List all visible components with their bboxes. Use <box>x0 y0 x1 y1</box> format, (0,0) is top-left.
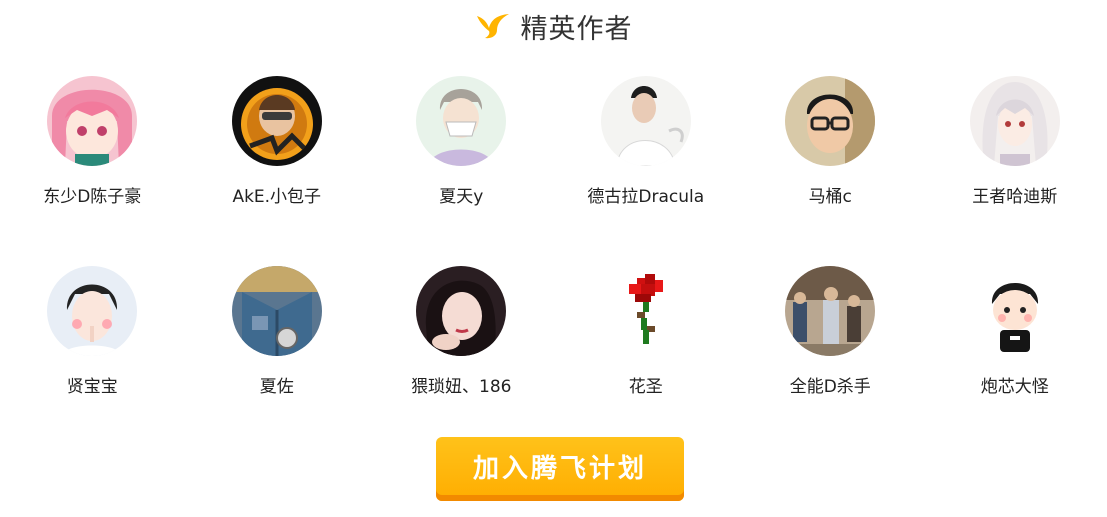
author-name[interactable]: 东少D陈子豪 <box>43 182 141 207</box>
author-card[interactable]: 夏天y <box>369 76 554 266</box>
author-avatar[interactable] <box>969 76 1060 166</box>
author-avatar[interactable] <box>416 76 507 166</box>
author-card[interactable]: 猥琐妞、186 <box>369 266 554 456</box>
author-avatar[interactable] <box>600 266 691 356</box>
section-title: 精英作者 <box>520 13 633 45</box>
author-avatar[interactable] <box>231 76 322 166</box>
author-card[interactable]: 东少D陈子豪 <box>0 76 185 266</box>
author-name[interactable]: 德古拉Dracula <box>587 182 704 207</box>
author-card[interactable]: 花圣 <box>554 266 739 456</box>
author-name[interactable]: AkE.小包子 <box>232 182 321 207</box>
author-avatar[interactable] <box>416 266 507 356</box>
join-plan-button[interactable]: 加入腾飞计划 <box>436 437 684 501</box>
author-card[interactable]: 贤宝宝 <box>0 266 185 456</box>
author-avatar[interactable] <box>47 76 138 166</box>
author-card[interactable]: 全能D杀手 <box>738 266 923 456</box>
bird-icon <box>476 14 509 39</box>
author-name[interactable]: 夏天y <box>439 182 483 207</box>
author-avatar[interactable] <box>969 266 1060 356</box>
author-card[interactable]: 马桶c <box>738 76 923 266</box>
author-name[interactable]: 夏佐 <box>260 372 294 397</box>
author-grid: 东少D陈子豪 AkE.小包子 夏天y 德古拉Dracula 马桶c 王者哈迪斯 … <box>0 76 1107 456</box>
author-name[interactable]: 炮芯大怪 <box>981 372 1049 397</box>
author-avatar[interactable] <box>785 76 876 166</box>
author-avatar[interactable] <box>600 76 691 166</box>
author-name[interactable]: 全能D杀手 <box>790 372 871 397</box>
author-name[interactable]: 猥琐妞、186 <box>411 372 511 397</box>
section-header: 精英作者 <box>0 6 1107 46</box>
author-name[interactable]: 贤宝宝 <box>67 372 118 397</box>
author-name[interactable]: 王者哈迪斯 <box>972 182 1057 207</box>
author-card[interactable]: 炮芯大怪 <box>923 266 1107 456</box>
author-name[interactable]: 马桶c <box>809 182 852 207</box>
author-avatar[interactable] <box>47 266 138 356</box>
author-card[interactable]: 德古拉Dracula <box>554 76 739 266</box>
author-avatar[interactable] <box>231 266 322 356</box>
author-card[interactable]: 王者哈迪斯 <box>923 76 1107 266</box>
author-avatar[interactable] <box>785 266 876 356</box>
author-name[interactable]: 花圣 <box>629 372 663 397</box>
author-card[interactable]: 夏佐 <box>185 266 370 456</box>
author-card[interactable]: AkE.小包子 <box>185 76 370 266</box>
